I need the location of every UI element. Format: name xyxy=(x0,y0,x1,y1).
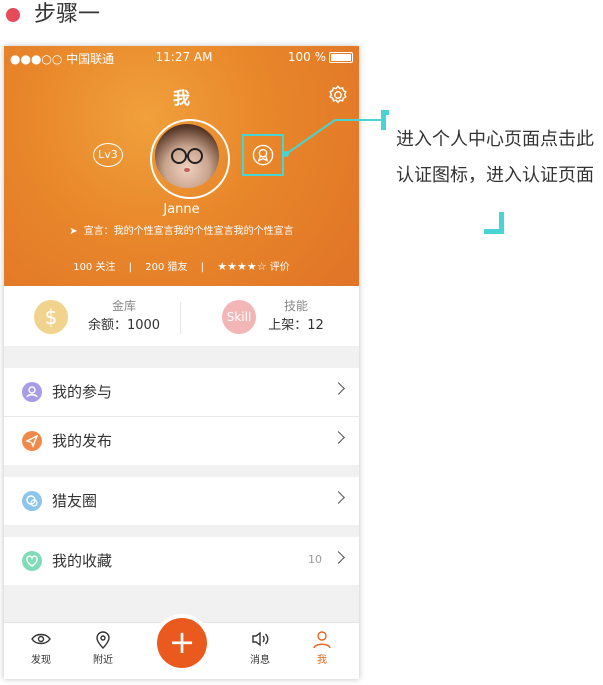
rating-label[interactable]: 评价 xyxy=(270,262,290,273)
menu-item-favorites[interactable]: 我的收藏 10 xyxy=(4,537,359,585)
person-icon xyxy=(313,631,331,649)
battery-icon xyxy=(329,52,353,63)
profile-header: ●●●○○ 中国联通 11:27 AM 100 % 我 Lv3 Janne ➤ … xyxy=(4,46,359,286)
skill-title: 技能 xyxy=(283,299,308,313)
gold-title: 金库 xyxy=(111,299,136,313)
carrier-label: ●●●○○ 中国联通 xyxy=(10,52,115,66)
favorites-count: 10 xyxy=(308,553,322,566)
menu-label: 我的参与 xyxy=(52,383,113,401)
username: Janne xyxy=(163,202,200,217)
menu-label: 猎友圈 xyxy=(52,492,98,510)
tab-nearby[interactable]: 附近 xyxy=(78,629,128,666)
gold-balance: 余额：1000 xyxy=(87,318,161,333)
avatar-glasses-icon xyxy=(171,148,203,172)
level-badge: Lv3 xyxy=(93,143,123,167)
battery-indicator: 100 % xyxy=(288,50,353,64)
speaker-icon xyxy=(252,631,269,647)
skill-block[interactable]: 技能 上架：12 xyxy=(266,297,326,333)
tab-messages[interactable]: 消息 xyxy=(235,629,285,666)
tab-discover[interactable]: 发现 xyxy=(16,629,66,666)
menu-item-publish[interactable]: 我的发布 xyxy=(4,417,359,465)
star-filled-icon: ★ xyxy=(227,260,237,273)
star-empty-icon: ☆ xyxy=(256,260,267,273)
step-title: 步骤一 xyxy=(34,2,101,27)
eye-icon xyxy=(31,633,51,645)
avatar-ring[interactable] xyxy=(150,119,230,199)
divider: | xyxy=(200,262,205,273)
send-icon xyxy=(22,431,42,451)
skill-count: 上架：12 xyxy=(268,318,324,333)
following-count[interactable]: 100 关注 xyxy=(73,262,115,273)
gold-block[interactable]: 金库 余额：1000 xyxy=(84,297,164,333)
star-filled-icon: ★ xyxy=(217,260,228,273)
star-filled-icon: ★ xyxy=(236,260,247,273)
skill-icon: Skill xyxy=(222,300,256,334)
chevron-right-icon xyxy=(332,431,345,444)
star-filled-icon: ★ xyxy=(246,260,257,273)
page-title: 我 xyxy=(173,89,190,109)
add-button[interactable]: + xyxy=(157,618,207,668)
dollar-icon: $ xyxy=(34,300,68,334)
person-icon xyxy=(22,382,42,402)
chat-icon xyxy=(22,491,42,511)
step-dot xyxy=(6,8,20,22)
rating-stars: ★★★★☆ xyxy=(217,260,270,273)
stats-row: 100 关注 | 200 猎友 | ★★★★☆ 评价 xyxy=(4,258,359,273)
divider: | xyxy=(128,262,133,273)
status-bar: ●●●○○ 中国联通 11:27 AM 100 % xyxy=(4,46,359,68)
friends-count[interactable]: 200 猎友 xyxy=(145,262,187,273)
menu-label: 我的发布 xyxy=(52,432,113,450)
heart-icon xyxy=(22,551,42,571)
menu-item-participate[interactable]: 我的参与 xyxy=(4,368,359,416)
menu-item-circle[interactable]: 猎友圈 xyxy=(4,477,359,525)
chevron-right-icon xyxy=(332,551,345,564)
motto: ➤ 宣言：我的个性宣言我的个性宣言我的个性宣言 xyxy=(69,226,294,237)
callout-connector xyxy=(283,119,384,157)
send-icon: ➤ xyxy=(69,226,78,237)
clock: 11:27 AM xyxy=(155,50,213,64)
avatar xyxy=(155,124,219,188)
tab-me[interactable]: 我 xyxy=(297,629,347,666)
certification-icon[interactable] xyxy=(252,144,274,166)
divider xyxy=(180,302,181,334)
annotation-text: 进入个人中心页面点击此认证图标，进入认证页面 xyxy=(396,129,594,186)
menu-label: 我的收藏 xyxy=(52,552,113,570)
location-pin-icon xyxy=(96,631,110,649)
bracket-top-left xyxy=(381,110,389,130)
chevron-right-icon xyxy=(332,382,345,395)
gear-icon[interactable] xyxy=(327,84,349,106)
chevron-right-icon xyxy=(332,491,345,504)
bracket-bottom-right xyxy=(484,212,504,234)
